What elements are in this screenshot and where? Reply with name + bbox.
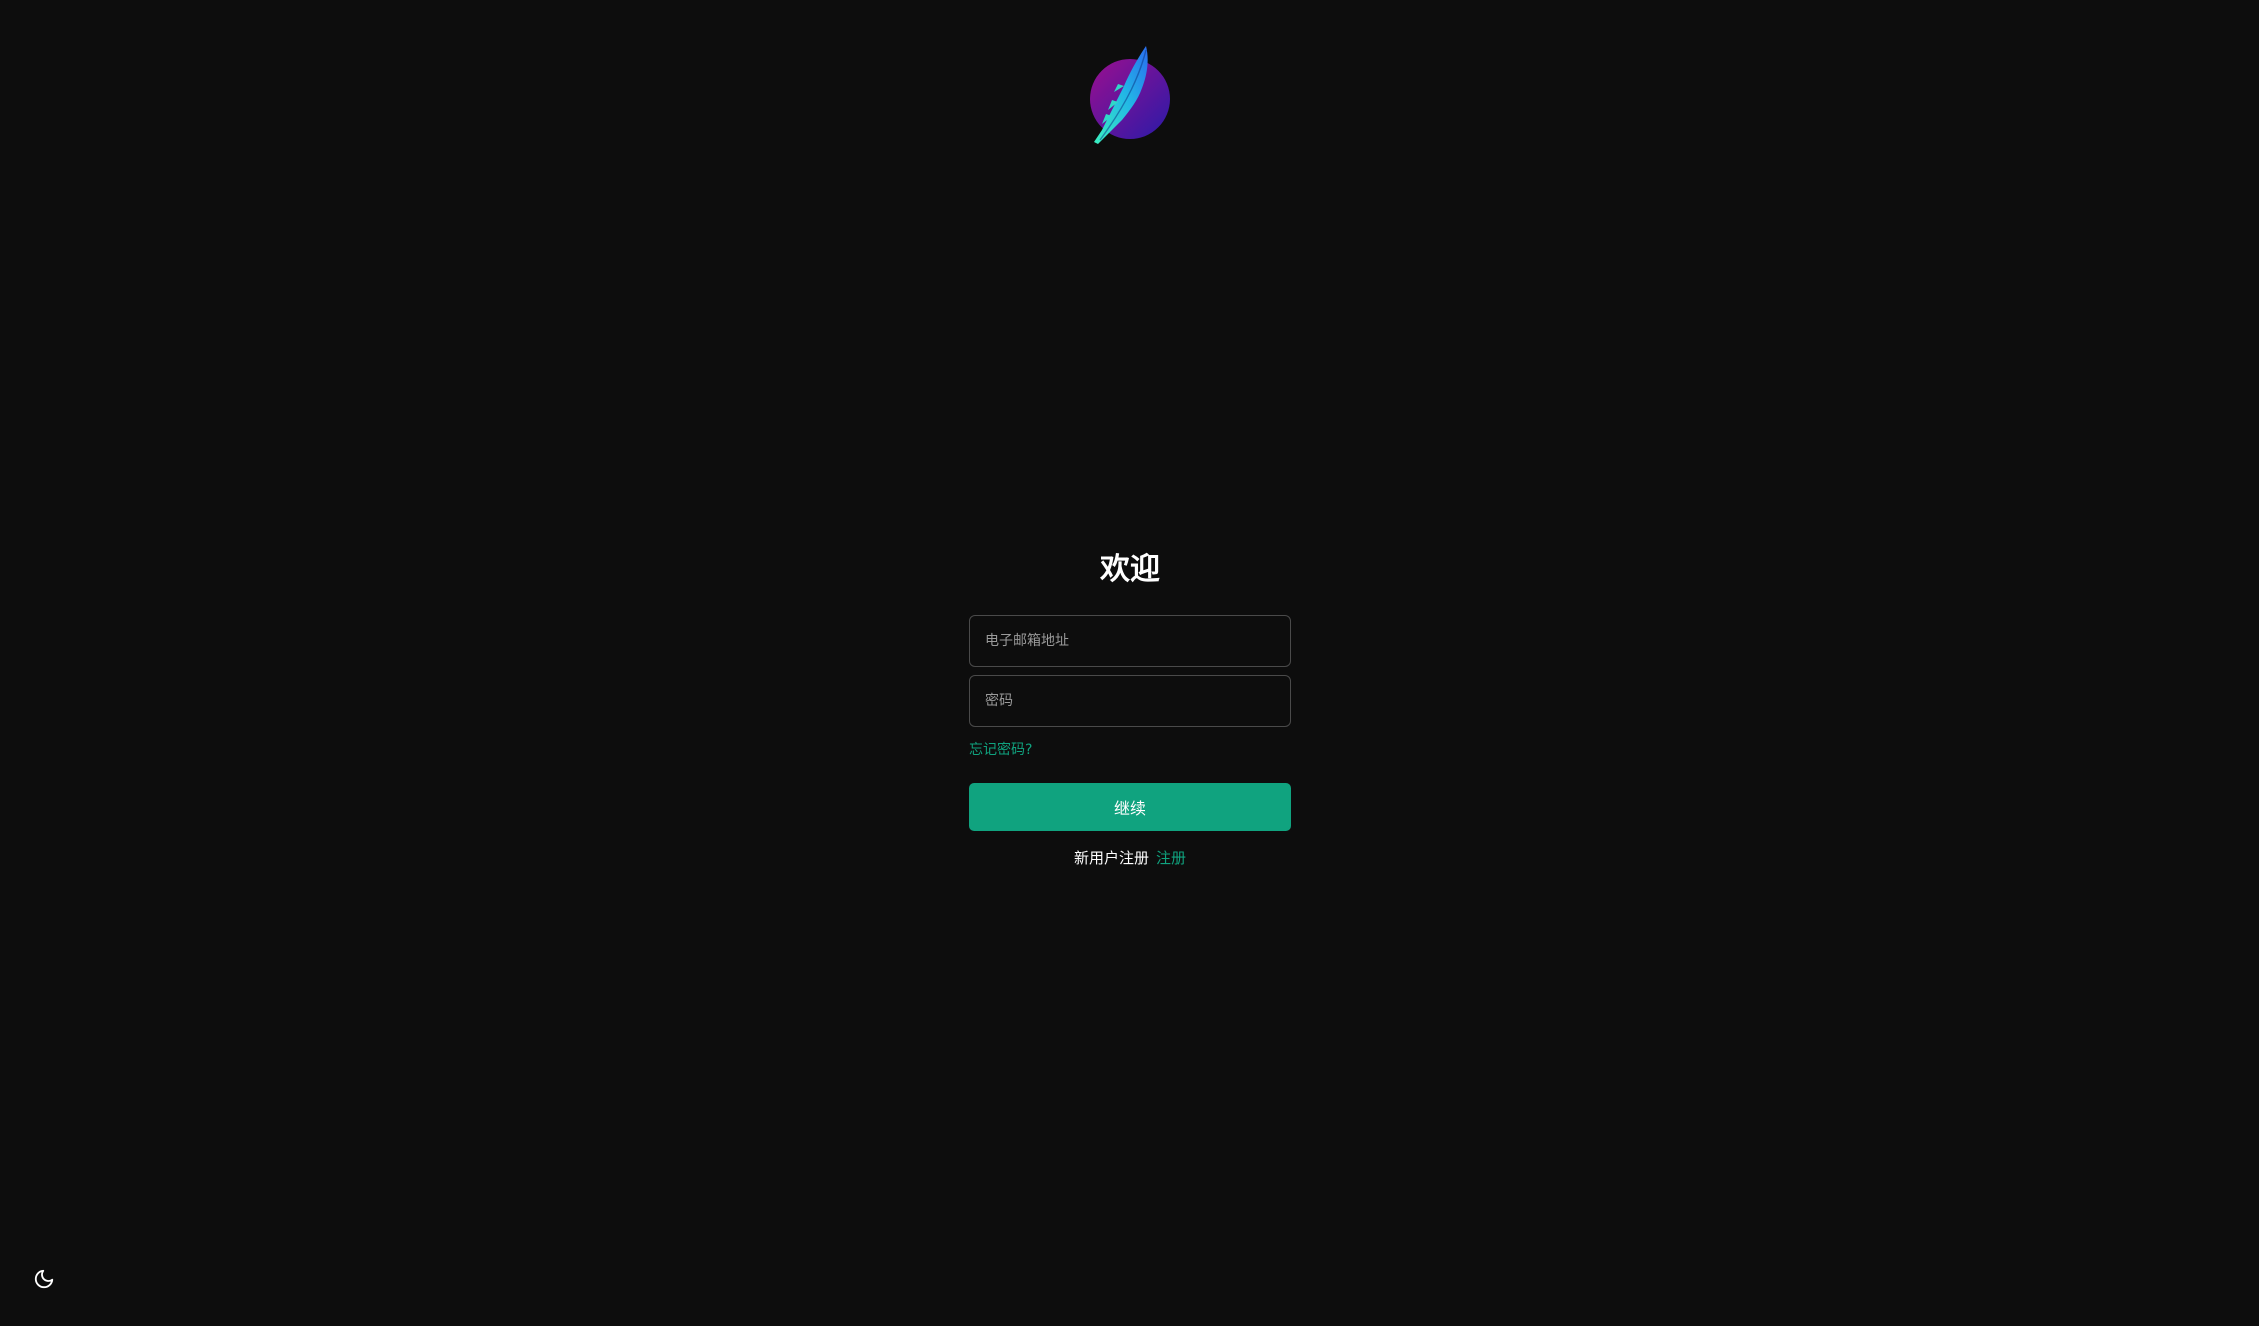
- moon-icon: [33, 1268, 55, 1294]
- signup-row: 新用户注册 注册: [969, 847, 1291, 869]
- page-title: 欢迎: [1100, 552, 1160, 587]
- forgot-password-link[interactable]: 忘记密码?: [969, 740, 1291, 760]
- continue-button[interactable]: 继续: [969, 783, 1291, 831]
- login-page: 欢迎 忘记密码? 继续 新用户注册注册: [0, 0, 2259, 1326]
- email-field[interactable]: [969, 615, 1291, 667]
- login-form: 欢迎 忘记密码? 继续 新用户注册注册: [969, 545, 1291, 869]
- signup-link[interactable]: 注册: [1156, 849, 1186, 867]
- signup-prompt: 新用户注册: [1073, 849, 1149, 867]
- feather-logo-icon: [1084, 44, 1176, 148]
- theme-toggle-button[interactable]: [30, 1267, 58, 1295]
- password-field[interactable]: [969, 675, 1291, 727]
